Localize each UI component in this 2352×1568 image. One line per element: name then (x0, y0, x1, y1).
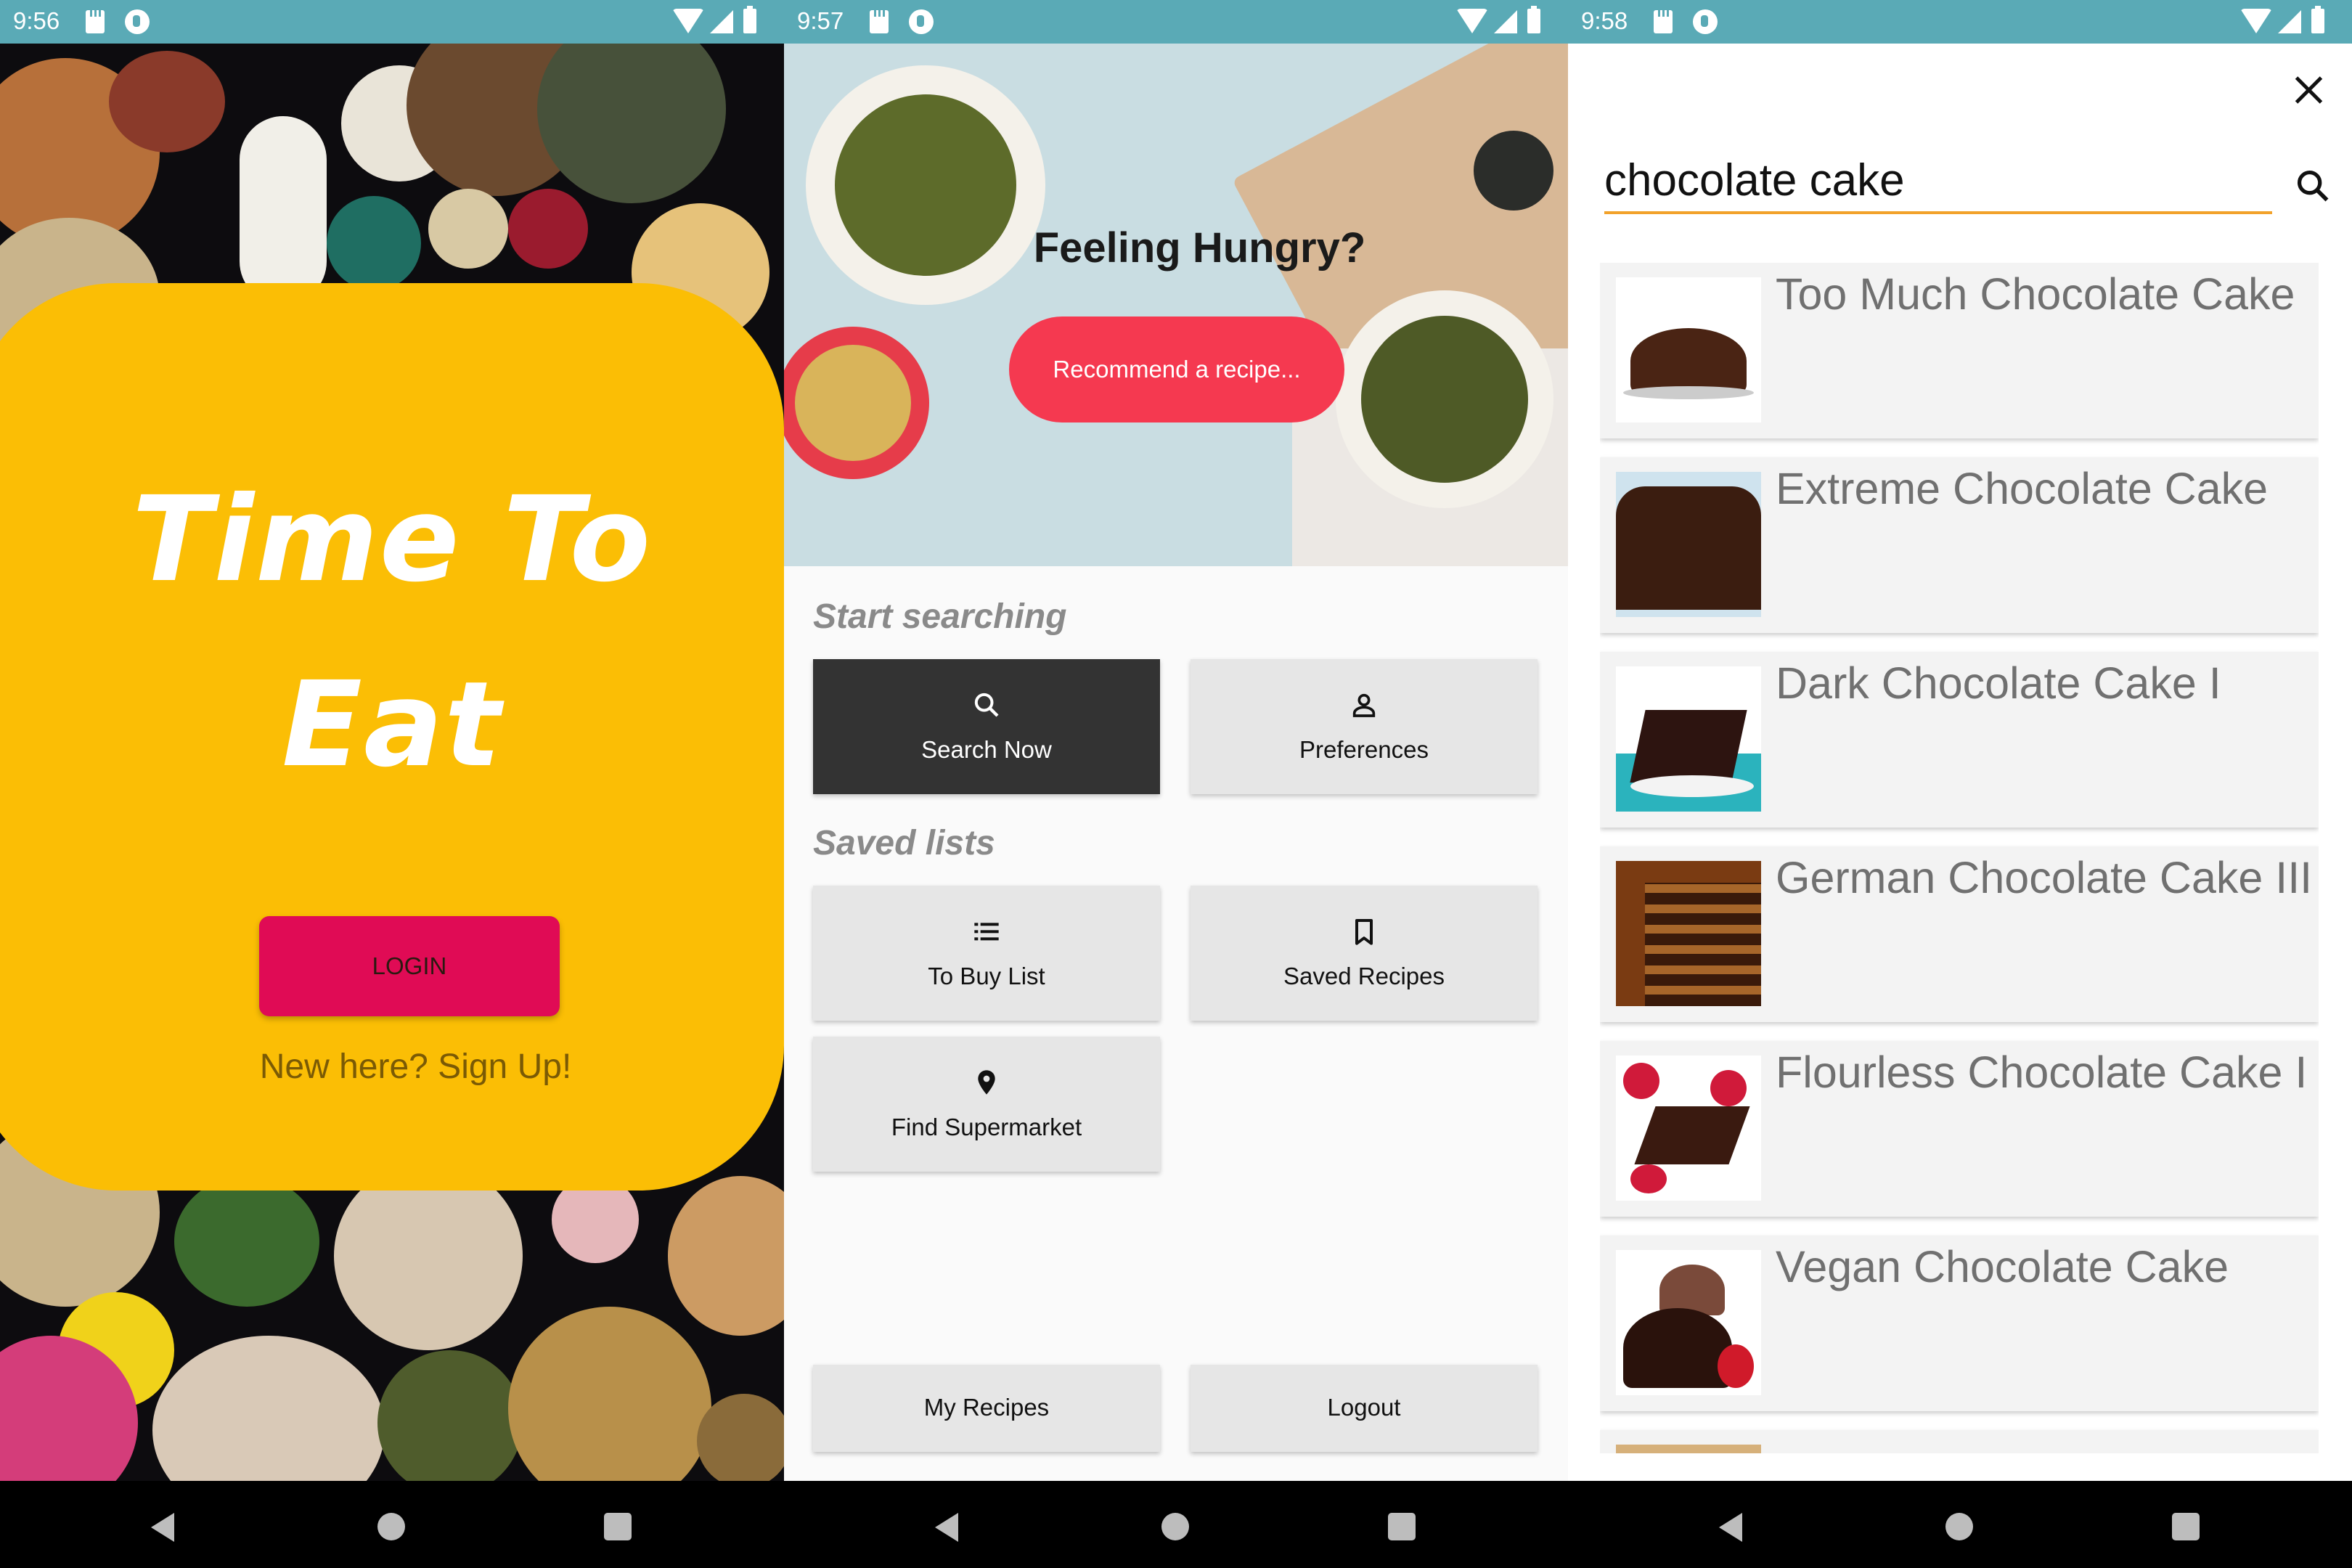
sd-card-icon (870, 10, 889, 33)
home-icon[interactable] (1945, 1513, 1973, 1540)
section-heading-search: Start searching (813, 597, 1067, 636)
signup-link[interactable]: New here? Sign Up! (0, 1047, 784, 1087)
navigation-bar (0, 1481, 784, 1568)
bookmark-icon (1355, 919, 1373, 945)
person-icon (1352, 693, 1376, 717)
back-icon[interactable] (935, 1513, 958, 1542)
to-buy-list-button[interactable]: To Buy List (813, 886, 1160, 1021)
my-recipes-button[interactable]: My Recipes (813, 1365, 1160, 1452)
search-icon (974, 693, 999, 717)
recipe-thumbnail (1616, 1445, 1761, 1453)
saved-recipes-button[interactable]: Saved Recipes (1191, 886, 1538, 1021)
back-icon[interactable] (1719, 1513, 1742, 1542)
wifi-icon (1456, 9, 1488, 33)
hero-food-image (784, 44, 1568, 566)
result-title: German Chocolate Cake III (1776, 853, 2313, 902)
result-title: Dark Chocolate Cake I (1776, 658, 2221, 708)
my-recipes-label: My Recipes (923, 1394, 1050, 1421)
wifi-icon (672, 9, 704, 33)
results-list: Too Much Chocolate Cake Extreme Chocolat… (1600, 263, 2319, 1453)
home-content: Start searching Search Now Preferences S… (784, 566, 1568, 1481)
notification-icon (909, 9, 934, 34)
battery-icon (743, 6, 756, 33)
recipe-thumbnail (1616, 277, 1761, 422)
sd-card-icon (86, 10, 105, 33)
result-title: Extreme Chocolate Cake (1776, 464, 2269, 513)
system-icons (2240, 6, 2342, 38)
status-time: 9:58 (1581, 7, 1628, 34)
result-card[interactable]: Vegan Chocolate Cake (1600, 1236, 2319, 1411)
navigation-bar (1568, 1481, 2352, 1568)
recipe-thumbnail (1616, 472, 1761, 617)
search-icon[interactable] (2294, 167, 2332, 205)
result-card[interactable]: Extreme Chocolate Cake (1600, 457, 2319, 633)
home-screen: Feeling Hungry? Recommend a recipe... St… (784, 0, 1568, 1568)
to-buy-list-label: To Buy List (928, 963, 1045, 989)
logout-button[interactable]: Logout (1191, 1365, 1538, 1452)
find-supermarket-button[interactable]: Find Supermarket (813, 1037, 1160, 1172)
recents-icon[interactable] (604, 1513, 632, 1540)
result-card[interactable]: German Chocolate Cake III (1600, 846, 2319, 1022)
recipe-thumbnail (1616, 861, 1761, 1006)
preferences-label: Preferences (1299, 736, 1429, 763)
result-title: Too Much Chocolate Cake (1776, 269, 2295, 319)
result-title: Vegan Chocolate Cake (1776, 1242, 2229, 1291)
search-now-label: Search Now (921, 736, 1052, 763)
result-card[interactable]: Too Much Chocolate Cake (1600, 263, 2319, 438)
section-heading-saved: Saved lists (813, 824, 995, 862)
list-icon (974, 923, 999, 941)
search-input[interactable] (1604, 149, 2272, 214)
status-bar: 9:58 (1568, 0, 2352, 44)
notification-icon (1693, 9, 1718, 34)
status-time: 9:56 (13, 7, 60, 34)
signal-icon (1494, 10, 1517, 33)
home-icon[interactable] (377, 1513, 405, 1540)
result-card[interactable]: Flourless Chocolate Cake I (1600, 1041, 2319, 1217)
search-now-button[interactable]: Search Now (813, 659, 1160, 794)
signal-icon (2278, 10, 2301, 33)
recipe-thumbnail (1616, 1055, 1761, 1201)
result-card[interactable]: Dark Chocolate Cake I (1600, 652, 2319, 828)
location-pin-icon (978, 1070, 995, 1095)
logout-label: Logout (1327, 1394, 1401, 1421)
status-bar: 9:57 (784, 0, 1568, 44)
login-screen: Time To Eat LOGIN New here? Sign Up! 9:5… (0, 0, 784, 1568)
recipe-thumbnail (1616, 666, 1761, 812)
preferences-button[interactable]: Preferences (1191, 659, 1538, 794)
recommend-button[interactable]: Recommend a recipe... (1009, 317, 1344, 422)
hero-title: Feeling Hungry? (1033, 224, 1366, 271)
find-supermarket-label: Find Supermarket (891, 1114, 1082, 1140)
app-title-line2: Eat (282, 657, 502, 793)
system-icons (672, 6, 774, 38)
search-screen: Too Much Chocolate Cake Extreme Chocolat… (1568, 0, 2352, 1568)
saved-recipes-label: Saved Recipes (1283, 963, 1445, 989)
recents-icon[interactable] (1388, 1513, 1416, 1540)
sd-card-icon (1654, 10, 1673, 33)
close-icon[interactable] (2291, 73, 2326, 107)
app-title-line1: Time To (131, 472, 653, 608)
system-icons (1456, 6, 1558, 38)
home-icon[interactable] (1161, 1513, 1189, 1540)
battery-icon (1527, 6, 1540, 33)
back-icon[interactable] (151, 1513, 174, 1542)
notification-icon (125, 9, 150, 34)
status-bar: 9:56 (0, 0, 784, 44)
signal-icon (710, 10, 733, 33)
login-button[interactable]: LOGIN (259, 916, 560, 1016)
recipe-thumbnail (1616, 1250, 1761, 1395)
recents-icon[interactable] (2172, 1513, 2200, 1540)
wifi-icon (2240, 9, 2272, 33)
navigation-bar (784, 1481, 1568, 1568)
battery-icon (2311, 6, 2324, 33)
result-title: Flourless Chocolate Cake I (1776, 1048, 2308, 1097)
result-card-partial[interactable] (1600, 1430, 2319, 1453)
status-time: 9:57 (797, 7, 844, 34)
